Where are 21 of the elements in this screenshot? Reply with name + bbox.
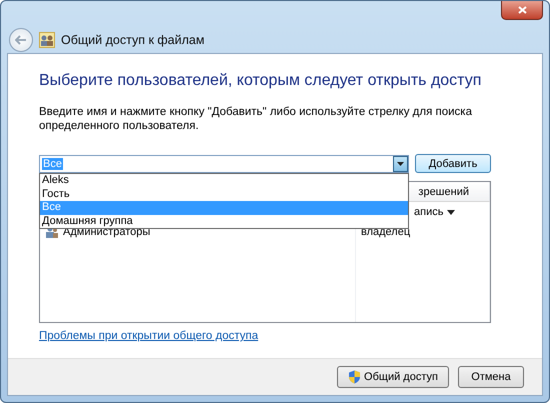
shield-icon [348, 370, 362, 384]
permission-level: апись [414, 206, 444, 218]
share-button[interactable]: Общий доступ [337, 366, 449, 388]
heading: Выберите пользователей, которым следует открыть доступ [39, 72, 482, 90]
dropdown-option[interactable]: Домашняя группа [40, 214, 408, 228]
permission-level: владелец [361, 226, 410, 238]
caret-icon[interactable] [447, 210, 456, 214]
window-title: Общий доступ к файлам [61, 33, 204, 47]
users-icon [39, 32, 55, 48]
cancel-button[interactable]: Отмена [458, 366, 524, 388]
caret-icon [397, 162, 404, 166]
back-arrow-icon [15, 35, 27, 45]
add-button[interactable]: Добавить [415, 154, 491, 173]
help-link[interactable]: Проблемы при открытии общего доступа [39, 330, 258, 342]
combo-value: Все [42, 158, 63, 170]
instruction-text: Введите имя и нажмите кнопку "Добавить" либо используйте стрелку для поиска определенного пользователя. [39, 105, 473, 133]
user-name: Администраторы [63, 226, 150, 238]
users-icon [45, 226, 59, 238]
close-icon [518, 6, 526, 14]
close-button[interactable] [501, 1, 543, 20]
dropdown-button[interactable] [393, 156, 408, 172]
